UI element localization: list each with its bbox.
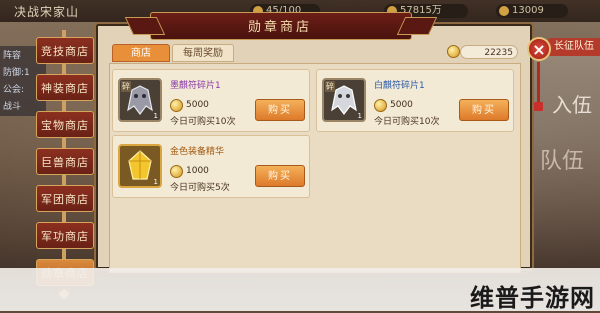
item-price: 5000 <box>186 100 209 110</box>
side-event-button[interactable]: 长征队伍 <box>548 38 600 56</box>
nav-item-legion-shop[interactable]: 军团商店 <box>36 185 94 212</box>
nav-item-merit-shop[interactable]: 军功商店 <box>36 222 94 249</box>
nav-item-beast-shop[interactable]: 巨兽商店 <box>36 148 94 175</box>
shop-item-card: 1 金色装备精华 1000 今日可购买5次 购买 <box>112 135 310 198</box>
fragment-tag: 碎 <box>121 81 131 92</box>
item-count: 1 <box>153 112 158 120</box>
item-price: 5000 <box>390 100 413 110</box>
watermark-text: 维普手游网 <box>470 284 595 312</box>
item-price: 1000 <box>186 166 209 176</box>
item-name: 白麒符碎片1 <box>374 81 425 91</box>
nav-chain <box>62 212 66 222</box>
purchase-limit: 今日可购买5次 <box>170 183 230 193</box>
shop-item-grid: 碎 1 墨麒符碎片1 5000 今日可购买10次 购买 碎 1 白麒符碎片1 5… <box>109 63 521 273</box>
item-icon-frame[interactable]: 1 <box>118 144 162 188</box>
nav-item-divine-gear-shop[interactable]: 神装商店 <box>36 74 94 101</box>
medal-coin-icon <box>170 165 183 178</box>
nav-chain <box>62 64 66 74</box>
nav-item-arena-shop[interactable]: 竞技商店 <box>36 37 94 64</box>
location-title: 决战宋家山 <box>14 5 80 19</box>
shop-item-card: 碎 1 白麒符碎片1 5000 今日可购买10次 购买 <box>316 69 514 132</box>
side-label-1: 入伍 <box>552 93 592 117</box>
medal-coin-icon <box>170 99 183 112</box>
medal-coin-icon <box>374 99 387 112</box>
nav-chain <box>62 138 66 148</box>
shop-item-card: 碎 1 墨麒符碎片1 5000 今日可购买10次 购买 <box>112 69 310 132</box>
purchase-limit: 今日可购买10次 <box>170 117 236 127</box>
item-icon-frame[interactable]: 碎 1 <box>322 78 366 122</box>
item-name: 金色装备精华 <box>170 147 225 157</box>
panel-title: 勋章商店 <box>247 20 312 35</box>
buy-button[interactable]: 购买 <box>459 99 509 121</box>
item-name: 墨麒符碎片1 <box>170 81 221 91</box>
medal-currency-amount: 22235 <box>460 45 518 59</box>
tab-shop[interactable]: 商店 <box>112 44 170 62</box>
gem-resource: 13009 <box>496 4 568 18</box>
tassel-ornament <box>534 62 543 111</box>
close-button[interactable]: × <box>527 37 551 61</box>
purchase-limit: 今日可购买10次 <box>374 117 440 127</box>
item-count: 1 <box>357 112 362 120</box>
buy-button[interactable]: 购买 <box>255 165 305 187</box>
fragment-tag: 碎 <box>325 81 335 92</box>
nav-chain <box>62 101 66 111</box>
tab-weekly-rewards[interactable]: 每周奖励 <box>172 44 234 62</box>
item-count: 1 <box>153 178 158 186</box>
nav-chain <box>62 175 66 185</box>
buy-button[interactable]: 购买 <box>255 99 305 121</box>
item-icon-frame[interactable]: 碎 1 <box>118 78 162 122</box>
nav-item-treasure-shop[interactable]: 宝物商店 <box>36 111 94 138</box>
nav-chain <box>62 249 66 259</box>
side-label-2: 队伍 <box>540 149 585 174</box>
medal-coin-icon <box>447 45 460 58</box>
